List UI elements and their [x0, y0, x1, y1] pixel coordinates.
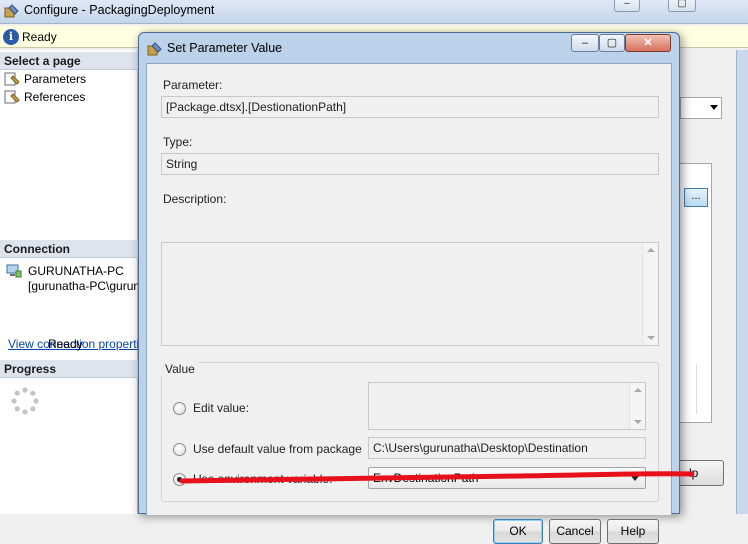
- environment-variable-selected: EnvDestinationPath: [373, 471, 479, 485]
- bg-grid-scrollbar[interactable]: [696, 364, 710, 414]
- bg-ellipsis-button[interactable]: ...: [684, 188, 708, 207]
- dialog-app-icon: [147, 42, 162, 56]
- ok-button[interactable]: OK: [493, 519, 543, 544]
- edit-value-label: Edit value:: [193, 401, 250, 415]
- help-button[interactable]: Help: [607, 519, 659, 544]
- edit-value-radio[interactable]: [173, 402, 186, 415]
- select-page-heading: Select a page: [0, 52, 138, 70]
- page-wrench-icon: [4, 90, 20, 104]
- default-value-label: Use default value from package: [193, 442, 362, 456]
- bg-minimize-button[interactable]: –: [614, 0, 640, 12]
- left-pane: Select a page Parameters References Conn…: [0, 50, 138, 514]
- type-label: Type:: [163, 135, 193, 149]
- progress-heading: Progress: [0, 360, 138, 378]
- chevron-down-icon: [710, 105, 718, 110]
- dialog-title-bar[interactable]: Set Parameter Value – ▢ ✕: [139, 33, 679, 63]
- description-textarea[interactable]: [161, 242, 659, 346]
- scroll-up-icon[interactable]: [634, 388, 642, 392]
- connection-user: [gurunatha-PC\gurunatha]: [28, 279, 138, 293]
- type-field[interactable]: String: [161, 153, 659, 175]
- sidebar-item-references[interactable]: References: [4, 88, 85, 106]
- connection-heading: Connection: [0, 240, 138, 258]
- page-wrench-icon: [4, 72, 20, 86]
- background-title-bar: Configure - PackagingDeployment – ▢: [0, 0, 748, 24]
- configure-app-icon: [4, 4, 19, 18]
- scroll-up-icon[interactable]: [647, 248, 655, 252]
- value-group-title: Value: [161, 362, 199, 376]
- status-text: Ready: [22, 30, 57, 44]
- environment-variable-label: Use environment variable:: [193, 472, 333, 486]
- cancel-button[interactable]: Cancel: [549, 519, 601, 544]
- background-window-frame: [736, 50, 748, 514]
- scroll-down-icon[interactable]: [634, 420, 642, 424]
- default-value-radio[interactable]: [173, 443, 186, 456]
- server-icon: [6, 264, 22, 278]
- progress-status: Ready: [48, 337, 83, 351]
- description-scrollbar[interactable]: [642, 243, 658, 345]
- environment-variable-dropdown[interactable]: EnvDestinationPath: [368, 467, 646, 489]
- background-window-title: Configure - PackagingDeployment: [24, 3, 215, 17]
- environment-variable-radio[interactable]: [173, 473, 186, 486]
- parameter-field[interactable]: [Package.dtsx].[DestionationPath]: [161, 96, 659, 118]
- close-button[interactable]: ✕: [625, 34, 671, 52]
- progress-spinner-icon: [11, 387, 39, 415]
- chevron-down-icon: [631, 476, 639, 481]
- description-label: Description:: [163, 192, 227, 206]
- minimize-button[interactable]: –: [571, 34, 599, 52]
- default-value-field[interactable]: C:\Users\gurunatha\Desktop\Destination: [368, 437, 646, 459]
- sidebar-item-label: References: [24, 90, 86, 104]
- connection-server: GURUNATHA-PC: [28, 264, 124, 278]
- dialog-content: Parameter: [Package.dtsx].[DestionationP…: [146, 63, 672, 544]
- edit-value-textbox[interactable]: [368, 382, 646, 430]
- sidebar-item-parameters[interactable]: Parameters: [4, 70, 86, 88]
- edit-value-scrollbar[interactable]: [629, 383, 645, 429]
- set-parameter-value-dialog: Set Parameter Value – ▢ ✕ Parameter: [Pa…: [138, 32, 680, 544]
- dialog-title: Set Parameter Value: [167, 41, 283, 55]
- maximize-button[interactable]: ▢: [599, 34, 625, 52]
- sidebar-item-label: Parameters: [24, 72, 87, 86]
- bg-help-button[interactable]: lp: [676, 460, 724, 486]
- bg-help-label: lp: [689, 466, 699, 480]
- bg-scope-dropdown[interactable]: [680, 97, 722, 119]
- scroll-down-icon[interactable]: [647, 336, 655, 340]
- info-icon: i: [3, 29, 19, 45]
- parameter-label: Parameter:: [163, 78, 223, 92]
- bg-maximize-button[interactable]: ▢: [668, 0, 696, 12]
